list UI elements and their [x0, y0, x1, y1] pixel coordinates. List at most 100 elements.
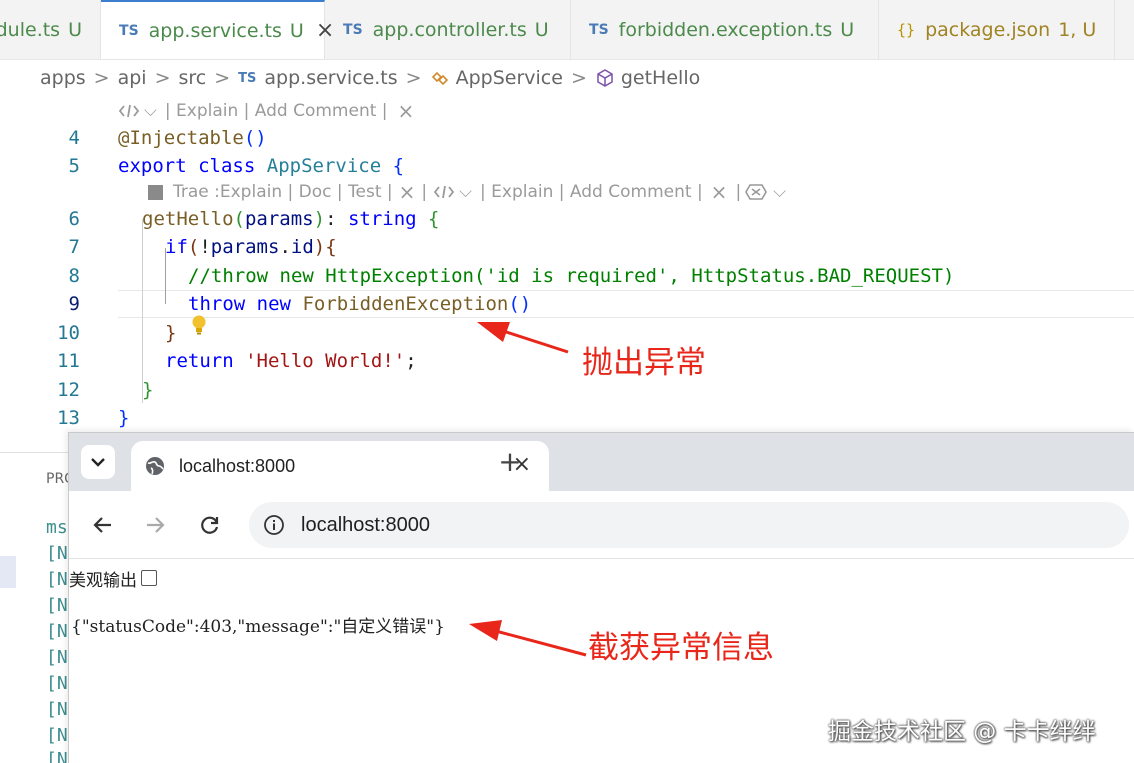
chevron-down-icon[interactable]: ⌵ — [144, 101, 157, 121]
terminal-line: [N — [46, 647, 68, 668]
trae-code-icon[interactable] — [118, 102, 140, 120]
browser-tab[interactable]: localhost:8000 × — [131, 441, 549, 491]
typescript-icon: TS — [343, 22, 363, 38]
reload-button[interactable] — [194, 509, 226, 541]
code-text: } — [142, 379, 154, 401]
chevron-right-icon: > — [154, 67, 171, 89]
url-text: localhost:8000 — [301, 513, 430, 536]
breadcrumb: apps > api > src > TS app.service.ts > A… — [0, 61, 1134, 95]
code-text: } — [165, 322, 177, 344]
breadcrumb-item-file[interactable]: app.service.ts — [264, 67, 397, 89]
arrow-left-icon — [93, 517, 111, 533]
selection-highlight — [0, 556, 16, 588]
close-icon[interactable]: × — [711, 180, 728, 204]
tab-label: app.controller.ts — [372, 19, 527, 41]
globe-icon — [146, 457, 164, 475]
watermark: 掘金技术社区 @ 卡卡绊绊 — [828, 719, 1096, 745]
terminal-text: ms — [46, 517, 68, 538]
pretty-print-toggle[interactable]: 美观输出 — [69, 566, 157, 591]
trae-icon — [148, 184, 163, 200]
code-text: return 'Hello World!'; — [165, 350, 417, 372]
terminal-line: [N — [46, 699, 68, 720]
annotation-catch-exception: 截获异常信息 — [588, 630, 774, 666]
site-info-icon[interactable] — [263, 514, 285, 536]
line-number: 7 — [68, 236, 80, 258]
line-number: 11 — [57, 350, 80, 372]
chevron-down-icon[interactable]: ⌵ — [459, 182, 472, 202]
code-lens-actions[interactable]: Trae :Explain | Doc | Test | — [173, 182, 393, 202]
indent-guide — [142, 219, 143, 403]
code-line: 10 } — [0, 319, 1134, 347]
close-icon[interactable]: × — [398, 99, 415, 123]
breadcrumb-item-src[interactable]: src — [179, 67, 207, 89]
code-lens-actions[interactable]: | Explain | Add Comment | — [480, 182, 703, 202]
tab-package-json[interactable]: {} package.json 1, U — [879, 0, 1116, 59]
line-number: 10 — [57, 322, 80, 344]
tab-forbidden-exception[interactable]: TS forbidden.exception.ts U — [571, 0, 880, 59]
code-text: if(!params.id){ — [165, 236, 337, 258]
tab-app-controller[interactable]: TS app.controller.ts U — [325, 0, 572, 59]
new-tab-button[interactable]: + — [495, 447, 525, 477]
close-icon[interactable]: × — [399, 180, 416, 204]
chevron-right-icon: > — [405, 67, 422, 89]
terminal-line: [N — [46, 621, 68, 642]
tab-app-module[interactable]: odule.ts U — [0, 0, 102, 59]
browser-toolbar: localhost:8000 — [69, 491, 1134, 559]
forward-button[interactable] — [139, 509, 171, 541]
line-number: 5 — [68, 155, 80, 177]
code-line: 6 getHello(params): string { — [0, 205, 1134, 233]
code-line: 5 export class AppService { — [0, 152, 1134, 180]
typescript-icon: TS — [589, 22, 609, 38]
git-status-badge: U — [840, 19, 855, 41]
code-lens-actions[interactable]: | Explain | Add Comment | — [165, 101, 388, 121]
trae-code-icon[interactable] — [433, 183, 455, 201]
git-status-badge: U — [68, 19, 83, 41]
code-line: 12 } — [0, 376, 1134, 404]
terminal-line: [N — [46, 725, 68, 746]
tab-app-service[interactable]: TS app.service.ts U × — [101, 0, 334, 59]
code-line: 11 return 'Hello World!'; — [0, 347, 1134, 375]
browser-tab-strip: localhost:8000 × + — [69, 433, 1134, 491]
breadcrumb-item-class[interactable]: AppService — [456, 67, 563, 89]
pretty-print-checkbox[interactable] — [141, 570, 157, 586]
code-editor[interactable]: ⌵ | Explain | Add Comment | × 4 @Injecta… — [0, 96, 1134, 455]
code-text: getHello(params): string { — [142, 208, 440, 230]
chevron-right-icon: > — [570, 67, 587, 89]
code-text: } — [118, 407, 130, 429]
annotation-throw-exception: 抛出异常 — [582, 345, 706, 381]
git-status-badge: 1, U — [1058, 19, 1097, 41]
address-bar[interactable]: localhost:8000 — [249, 502, 1129, 548]
ai-assistant-icon[interactable] — [745, 182, 771, 202]
git-status-badge: U — [534, 19, 549, 41]
tab-label: forbidden.exception.ts — [618, 19, 833, 41]
method-icon — [595, 68, 615, 88]
tab-label: odule.ts — [0, 19, 61, 41]
terminal-line: [N — [46, 595, 68, 616]
line-number: 6 — [68, 208, 80, 230]
breadcrumb-item-apps[interactable]: apps — [40, 67, 86, 89]
terminal-line: [N — [46, 543, 68, 564]
tab-label: package.json — [925, 19, 1051, 41]
tab-label: app.service.ts — [148, 20, 282, 42]
code-line: 4 @Injectable() — [0, 124, 1134, 152]
indent-guide — [165, 248, 166, 304]
arrow-right-icon — [147, 517, 165, 533]
browser-tab-title: localhost:8000 — [179, 455, 296, 476]
line-number: 9 — [68, 293, 80, 315]
back-button[interactable] — [87, 509, 119, 541]
tab-search-button[interactable] — [81, 445, 115, 479]
typescript-icon: TS — [119, 23, 139, 39]
terminal-panel: PRO ms [N [N [N [N [N [N [N [N [N — [0, 452, 75, 763]
breadcrumb-item-api[interactable]: api — [118, 67, 147, 89]
class-icon — [430, 68, 450, 88]
chevron-right-icon: > — [214, 67, 231, 89]
line-number: 12 — [57, 379, 80, 401]
code-text: export class AppService { — [118, 155, 405, 177]
editor-tab-bar: odule.ts U TS app.service.ts U × TS app.… — [0, 0, 1134, 60]
chevron-down-icon — [91, 458, 105, 467]
chevron-down-icon[interactable]: ⌵ — [773, 182, 786, 202]
breadcrumb-item-method[interactable]: getHello — [621, 67, 700, 89]
pretty-print-label: 美观输出 — [69, 570, 137, 591]
json-icon: {} — [897, 21, 916, 39]
code-line: 13 } — [0, 404, 1134, 432]
